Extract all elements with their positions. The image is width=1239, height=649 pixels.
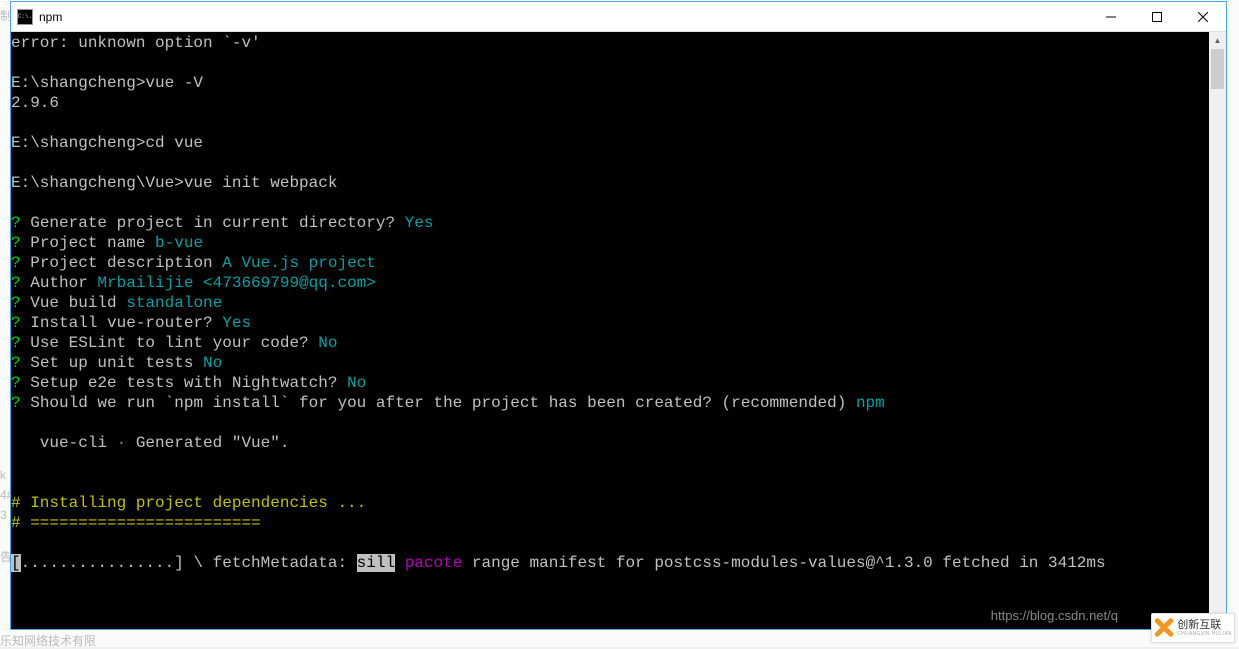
terminal-line: ? Project description A Vue.js project — [11, 253, 1226, 273]
terminal-line: ? Generate project in current directory?… — [11, 213, 1226, 233]
terminal-line: ? Install vue-router? Yes — [11, 313, 1226, 333]
terminal-line: E:\shangcheng>cd vue — [11, 133, 1226, 153]
bg-fragment: 3 — [0, 508, 7, 522]
terminal-body[interactable]: error: unknown option `-v' E:\shangcheng… — [11, 32, 1226, 629]
terminal-line — [11, 473, 1226, 493]
vertical-scrollbar[interactable]: ▲ ▼ — [1209, 32, 1226, 629]
terminal-line: E:\shangcheng\Vue>vue init webpack — [11, 173, 1226, 193]
minimize-button[interactable] — [1088, 2, 1134, 31]
terminal-line: 2.9.6 — [11, 93, 1226, 113]
terminal-line: ? Project name b-vue — [11, 233, 1226, 253]
terminal-line — [11, 413, 1226, 433]
terminal-line: ? Should we run `npm install` for you af… — [11, 393, 1226, 413]
scrollbar-thumb[interactable] — [1211, 49, 1224, 89]
terminal-line — [11, 193, 1226, 213]
terminal-window: C:\. npm error: unknown option `-v' E:\s… — [10, 1, 1227, 630]
logo-subtext: CHUANGXIN HULIAN — [1177, 631, 1232, 637]
terminal-line: # Installing project dependencies ... — [11, 493, 1226, 513]
bg-fragment: 乐知网络技术有限 — [0, 632, 96, 649]
terminal-line: ? Set up unit tests No — [11, 353, 1226, 373]
watermark-url: https://blog.csdn.net/q — [991, 608, 1118, 623]
terminal-line — [11, 113, 1226, 133]
terminal-line: E:\shangcheng>vue -V — [11, 73, 1226, 93]
terminal-line — [11, 53, 1226, 73]
close-icon — [1198, 12, 1208, 22]
terminal-output: error: unknown option `-v' E:\shangcheng… — [11, 32, 1226, 573]
terminal-line: # ======================== — [11, 513, 1226, 533]
window-titlebar[interactable]: C:\. npm — [11, 2, 1226, 32]
brand-logo-badge: 创新互联 CHUANGXIN HULIAN — [1151, 613, 1235, 643]
bg-fragment: k — [0, 468, 6, 482]
terminal-line — [11, 153, 1226, 173]
window-title: npm — [39, 10, 1088, 24]
maximize-button[interactable] — [1134, 2, 1180, 31]
minimize-icon — [1106, 12, 1116, 22]
terminal-line — [11, 453, 1226, 473]
maximize-icon — [1152, 12, 1162, 22]
scrollbar-up-icon[interactable]: ▲ — [1209, 32, 1226, 49]
window-controls — [1088, 2, 1226, 31]
terminal-line: error: unknown option `-v' — [11, 33, 1226, 53]
terminal-line — [11, 533, 1226, 553]
logo-text: 创新互联 — [1177, 620, 1232, 631]
cmd-icon: C:\. — [17, 9, 33, 25]
close-button[interactable] — [1180, 2, 1226, 31]
terminal-line: ? Use ESLint to lint your code? No — [11, 333, 1226, 353]
terminal-line: ? Vue build standalone — [11, 293, 1226, 313]
terminal-line: [................] \ fetchMetadata: sill… — [11, 553, 1226, 573]
terminal-line: ? Author Mrbailijie <473669799@qq.com> — [11, 273, 1226, 293]
terminal-line: ? Setup e2e tests with Nightwatch? No — [11, 373, 1226, 393]
terminal-line: vue-cli · Generated "Vue". — [11, 433, 1226, 453]
logo-x-icon — [1154, 618, 1174, 638]
